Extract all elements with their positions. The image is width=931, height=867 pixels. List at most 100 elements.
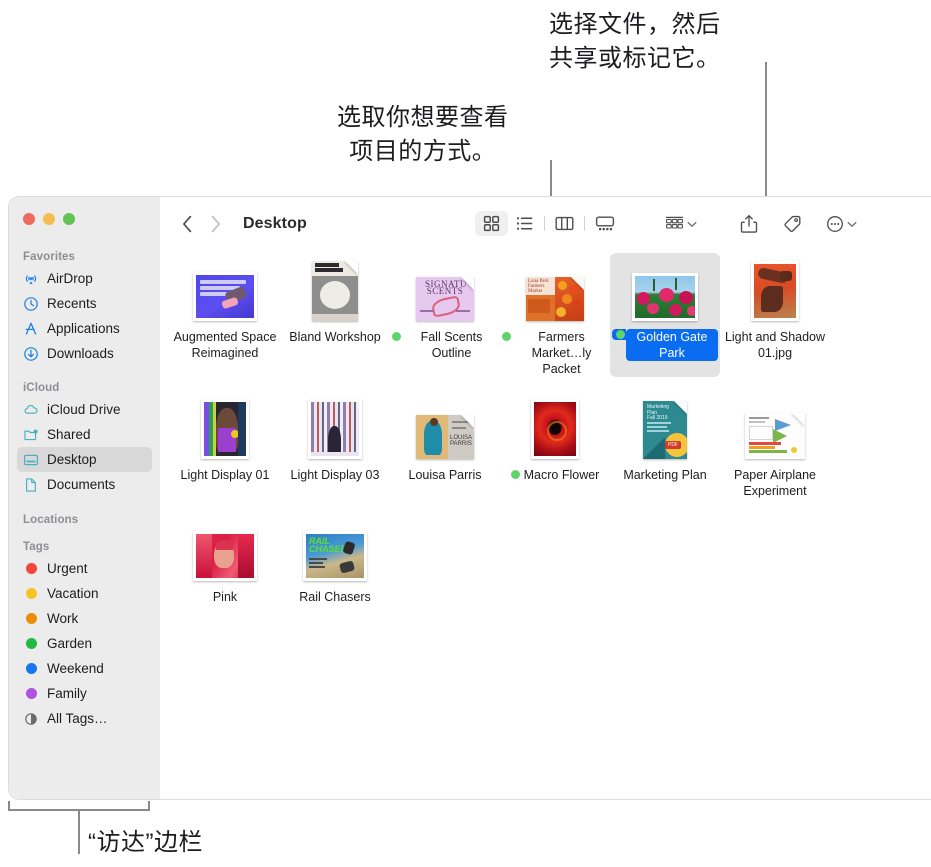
tag-dot-icon	[510, 470, 520, 479]
sidebar-item-documents[interactable]: Documents	[17, 472, 152, 497]
finder-sidebar: Favorites AirDrop Recents Applications D…	[9, 197, 160, 799]
icon-view-button[interactable]	[475, 211, 508, 236]
download-icon	[23, 346, 39, 362]
sidebar-item-icloud-drive[interactable]: iCloud Drive	[17, 397, 152, 422]
file-label-row: Paper Airplane Experiment	[722, 467, 828, 499]
file-thumbnail: SIGNATU SCENTS	[416, 259, 474, 321]
list-view-button[interactable]	[508, 211, 541, 236]
file-item[interactable]: Marketing Plan Fall 2019 PDF Marketing Pla…	[610, 391, 720, 499]
breadcrumb[interactable]: Desktop	[243, 215, 307, 233]
tag-dot-icon	[502, 332, 511, 341]
toolbar-divider	[544, 216, 545, 231]
file-item[interactable]: SIGNATU SCENTS Fall Scents Outline	[390, 253, 500, 377]
file-label: Light and Shadow 01.jpg	[724, 330, 826, 360]
zoom-window-button[interactable]	[63, 213, 75, 225]
sidebar-item-all-tags[interactable]: All Tags…	[17, 706, 152, 731]
group-by-button[interactable]	[660, 211, 702, 237]
document-fold-corner	[674, 401, 687, 414]
file-item[interactable]: Pink	[170, 513, 280, 605]
sidebar-item-downloads[interactable]: Downloads	[17, 341, 152, 366]
file-item[interactable]: Light Display 03	[280, 391, 390, 499]
sidebar-item-airdrop[interactable]: AirDrop	[17, 266, 152, 291]
sidebar-item-applications[interactable]: Applications	[17, 316, 152, 341]
file-label: Augmented Space Reimagined	[173, 330, 277, 360]
file-label: Bland Workshop	[289, 330, 381, 344]
file-label-row: Bland Workshop	[289, 329, 381, 345]
file-thumbnail	[312, 259, 358, 321]
file-item[interactable]: RAIL CHASERS Rail Chasers	[280, 513, 390, 605]
tag-dot-icon	[23, 586, 39, 602]
tag-dot-wrapper	[612, 329, 626, 340]
file-item[interactable]: Paper Airplane Experiment	[720, 391, 830, 499]
sidebar-item-label: Weekend	[47, 661, 104, 676]
sidebar-group-favorites: Favorites	[23, 251, 76, 263]
sidebar-item-tag-weekend[interactable]: Weekend	[17, 656, 152, 681]
file-item[interactable]: Light Display 01	[170, 391, 280, 499]
file-item-selected[interactable]: Golden Gate Park	[610, 253, 720, 377]
tag-dot-icon	[23, 611, 39, 627]
file-label: Louisa Parris	[408, 468, 482, 482]
gallery-view-button[interactable]	[588, 211, 621, 236]
airdrop-icon	[23, 271, 39, 287]
shared-folder-icon	[23, 427, 39, 443]
tag-dot-icon	[616, 330, 625, 339]
file-thumbnail: Marketing Plan Fall 2019 PDF	[643, 397, 687, 459]
toolbar-divider	[584, 216, 585, 231]
minimize-window-button[interactable]	[43, 213, 55, 225]
sidebar-item-label: Urgent	[47, 561, 88, 576]
navigation-buttons	[180, 214, 222, 234]
file-item[interactable]: Luna Park Farmers Market Farmers Market…l…	[500, 253, 610, 377]
leader-line-share-tag	[765, 62, 767, 205]
document-fold-corner	[571, 277, 584, 290]
sidebar-item-tag-vacation[interactable]: Vacation	[17, 581, 152, 606]
close-window-button[interactable]	[23, 213, 35, 225]
forward-button[interactable]	[208, 214, 222, 234]
sidebar-item-recents[interactable]: Recents	[17, 291, 152, 316]
file-item[interactable]: Bland Workshop	[280, 253, 390, 377]
sidebar-item-label: Vacation	[47, 586, 99, 601]
applications-icon	[23, 321, 39, 337]
file-item[interactable]: Macro Flower	[500, 391, 610, 499]
sidebar-item-label: Family	[47, 686, 87, 701]
document-fold-corner	[461, 415, 474, 428]
sidebar-item-shared[interactable]: Shared	[17, 422, 152, 447]
column-view-button[interactable]	[548, 211, 581, 236]
sidebar-item-label: Garden	[47, 636, 93, 651]
tag-dot-icon	[23, 661, 39, 677]
toolbar-actions	[660, 211, 862, 237]
document-fold-corner	[345, 261, 358, 274]
file-item[interactable]: Augmented Space Reimagined	[170, 253, 280, 377]
file-label-row: Light Display 03	[291, 467, 380, 483]
finder-content-pane: Desktop Augmented Space Reimagined Bland…	[160, 197, 931, 799]
file-item[interactable]: Light and Shadow 01.jpg	[720, 253, 830, 377]
more-actions-button[interactable]	[821, 211, 862, 237]
leader-line-sidebar	[78, 809, 80, 854]
file-label-row: Augmented Space Reimagined	[172, 329, 278, 361]
file-thumbnail	[745, 397, 805, 459]
file-label-row: Golden Gate Park	[612, 329, 718, 361]
sidebar-group-tags: Tags	[23, 541, 50, 553]
chevron-down-icon	[847, 215, 857, 233]
sidebar-item-label: Shared	[47, 427, 91, 442]
share-button[interactable]	[735, 211, 763, 237]
sidebar-item-label: Applications	[47, 321, 120, 336]
tag-button[interactable]	[777, 211, 807, 237]
finder-window: Favorites AirDrop Recents Applications D…	[8, 196, 931, 800]
sidebar-item-label: Desktop	[47, 452, 97, 467]
sidebar-item-tag-work[interactable]: Work	[17, 606, 152, 631]
sidebar-item-tag-garden[interactable]: Garden	[17, 631, 152, 656]
sidebar-item-label: Work	[47, 611, 79, 626]
file-label: Golden Gate Park	[626, 329, 718, 361]
clock-icon	[23, 296, 39, 312]
file-label: Marketing Plan	[623, 468, 707, 482]
back-button[interactable]	[180, 214, 194, 234]
callout-sidebar-label: “访达”边栏	[88, 829, 203, 856]
file-label-row: Rail Chasers	[299, 589, 371, 605]
sidebar-item-tag-family[interactable]: Family	[17, 681, 152, 706]
sidebar-item-tag-urgent[interactable]: Urgent	[17, 556, 152, 581]
file-label: Macro Flower	[523, 468, 600, 482]
sidebar-item-desktop[interactable]: Desktop	[17, 447, 152, 472]
file-item[interactable]: LOUISA PARRIS Louisa Parris	[390, 391, 500, 499]
sidebar-item-label: Recents	[47, 296, 97, 311]
file-thumbnail	[531, 397, 579, 459]
